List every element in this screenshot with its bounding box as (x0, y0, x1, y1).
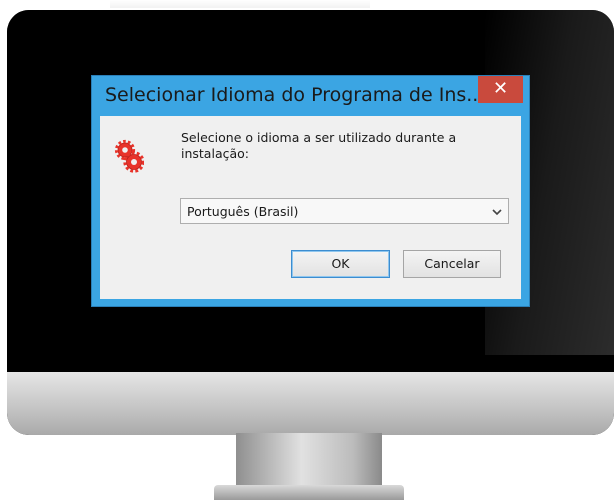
dialog-client-area: Selecione o idioma a ser utilizado duran… (100, 116, 521, 299)
monitor-chin (7, 372, 614, 435)
dialog-title: Selecionar Idioma do Programa de Ins... (105, 84, 485, 106)
language-select-value: Português (Brasil) (187, 204, 299, 219)
chevron-down-icon (492, 209, 502, 216)
cancel-button[interactable]: Cancelar (403, 250, 501, 278)
close-icon: ✕ (492, 78, 509, 99)
partial-top-strip (110, 0, 370, 8)
monitor-stand (236, 433, 382, 488)
close-button[interactable]: ✕ (478, 76, 523, 103)
dialog-title-bar[interactable]: Selecionar Idioma do Programa de Ins... … (92, 76, 529, 118)
scene: Selecionar Idioma do Programa de Ins... … (0, 0, 614, 500)
gear-icon (114, 139, 144, 173)
language-select[interactable]: Português (Brasil) (180, 198, 509, 224)
ok-button[interactable]: OK (291, 250, 390, 278)
monitor-stand-base (214, 485, 404, 500)
language-prompt: Selecione o idioma a ser utilizado duran… (181, 130, 457, 161)
language-dialog: Selecionar Idioma do Programa de Ins... … (92, 76, 529, 306)
